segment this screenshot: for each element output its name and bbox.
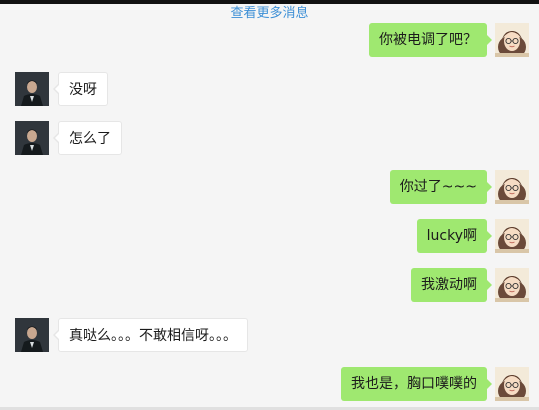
message-row: 我激动啊 — [0, 268, 539, 306]
other-avatar-icon[interactable] — [15, 121, 49, 155]
other-avatar-icon[interactable] — [15, 318, 49, 352]
message-row: 你过了~~~ — [0, 170, 539, 208]
message-row: lucky啊 — [0, 219, 539, 257]
self-avatar-icon[interactable] — [495, 219, 529, 253]
view-more-messages-link[interactable]: 查看更多消息 — [0, 4, 539, 24]
message-row: 怎么了 — [0, 121, 539, 159]
outgoing-message-bubble[interactable]: 我激动啊 — [411, 268, 492, 302]
self-avatar-icon[interactable] — [495, 367, 529, 401]
message-row: 真哒么。。。不敢相信呀。。。 — [0, 318, 539, 356]
self-avatar-icon[interactable] — [495, 170, 529, 204]
message-row: 我也是，胸口噗噗的 — [0, 367, 539, 405]
message-row: 没呀 — [0, 72, 539, 110]
outgoing-message-bubble[interactable]: 我也是，胸口噗噗的 — [341, 367, 492, 401]
other-avatar-icon[interactable] — [15, 72, 49, 106]
outgoing-message-bubble[interactable]: 你过了~~~ — [389, 170, 493, 204]
message-row: 你被电调了吧？ — [0, 23, 539, 61]
outgoing-message-bubble[interactable]: 你被电调了吧？ — [369, 23, 492, 57]
incoming-message-bubble[interactable]: 没呀 — [53, 72, 108, 106]
outgoing-message-bubble[interactable]: lucky啊 — [416, 219, 493, 253]
incoming-message-bubble[interactable]: 真哒么。。。不敢相信呀。。。 — [53, 318, 248, 352]
incoming-message-bubble[interactable]: 怎么了 — [53, 121, 122, 155]
self-avatar-icon[interactable] — [495, 23, 529, 57]
self-avatar-icon[interactable] — [495, 268, 529, 302]
